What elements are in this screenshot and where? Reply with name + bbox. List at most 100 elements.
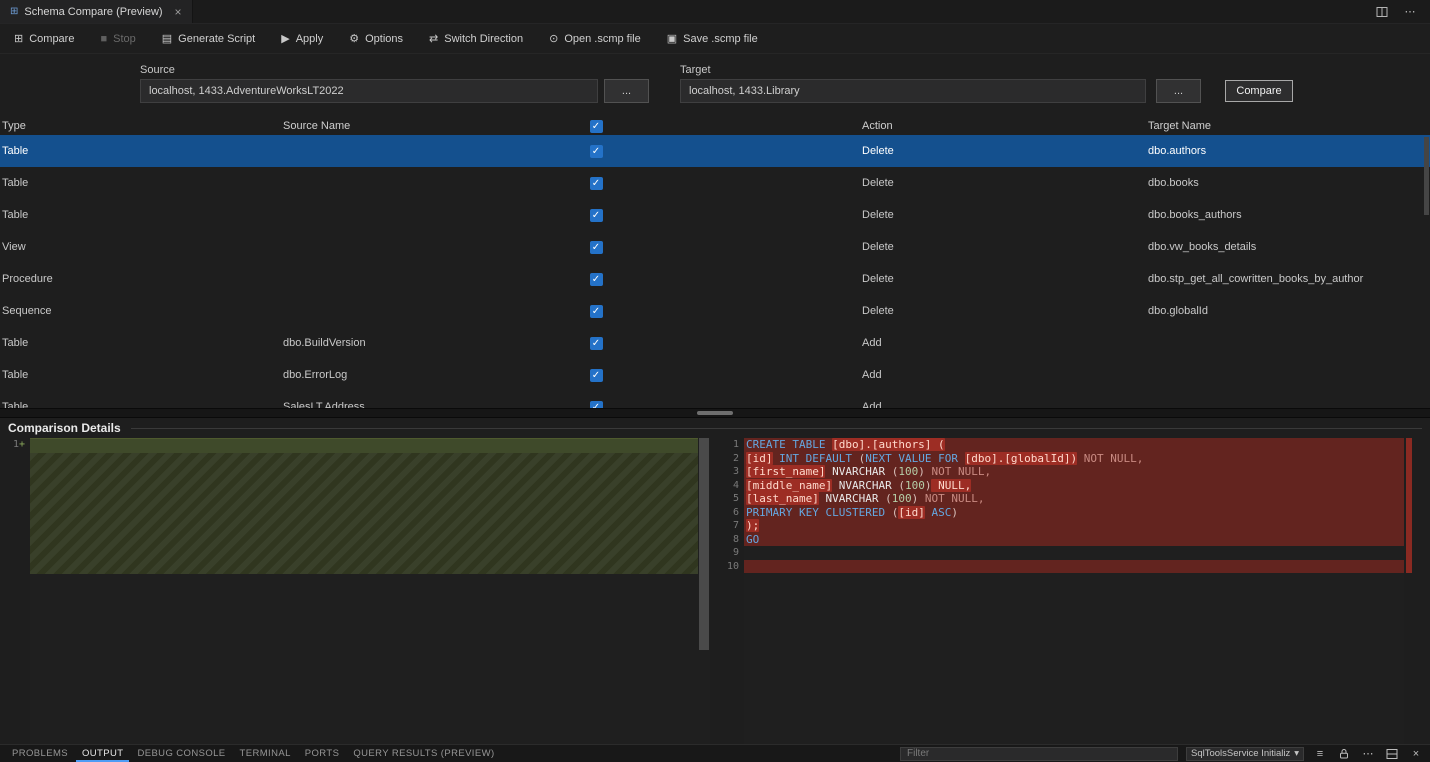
- close-panel-icon[interactable]: ×: [1408, 746, 1424, 762]
- diff-added-line: [30, 439, 698, 453]
- row-action: Delete: [862, 145, 1148, 157]
- toolbar-button-open-scmp-file[interactable]: ⊙Open .scmp file: [543, 29, 647, 48]
- diff-left-scrollbar[interactable]: [698, 438, 710, 744]
- code-line: [id] INT DEFAULT (NEXT VALUE FOR [dbo].[…: [744, 452, 1404, 466]
- panel-tab-debug-console[interactable]: DEBUG CONSOLE: [131, 745, 231, 762]
- line-number: 1+: [0, 438, 30, 452]
- panel-tab-query-results-preview-[interactable]: QUERY RESULTS (PREVIEW): [347, 745, 500, 762]
- diff-left-pane[interactable]: [30, 438, 698, 744]
- tab-title: Schema Compare (Preview): [24, 6, 162, 18]
- toolbar-button-label: Stop: [113, 33, 136, 45]
- output-filter-input[interactable]: [900, 747, 1178, 761]
- open-file-icon: ⊙: [549, 32, 558, 45]
- lock-scroll-icon[interactable]: [1336, 746, 1352, 762]
- code-line: [first_name] NVARCHAR (100) NOT NULL,: [744, 465, 1404, 479]
- panel-splitter[interactable]: [0, 408, 1430, 418]
- diff-right-margin: [1414, 438, 1430, 744]
- compare-icon: ⊞: [14, 32, 23, 45]
- diff-editor: 1+ 12345678910 CREATE TABLE [dbo].[autho…: [0, 438, 1430, 744]
- target-browse-button[interactable]: ...: [1156, 79, 1201, 103]
- row-action: Delete: [862, 305, 1148, 317]
- split-panel-icon[interactable]: [1384, 746, 1400, 762]
- row-target-name: dbo.books: [1148, 177, 1430, 189]
- row-action: Delete: [862, 177, 1148, 189]
- row-include-checkbox[interactable]: ✓: [590, 401, 603, 409]
- line-number: 5: [710, 492, 744, 506]
- line-number: 10: [710, 560, 744, 574]
- toolbar-button-label: Generate Script: [178, 33, 255, 45]
- splitter-grip[interactable]: [697, 411, 733, 415]
- tab-schema-compare[interactable]: ⊞ Schema Compare (Preview) ×: [0, 0, 193, 23]
- row-type: Procedure: [2, 273, 283, 285]
- table-row[interactable]: Table✓Deletedbo.books_authors: [0, 199, 1430, 231]
- output-channel-select[interactable]: SqlToolsService Initializ ▾: [1186, 747, 1304, 761]
- row-include-checkbox[interactable]: ✓: [590, 177, 603, 190]
- row-include-checkbox[interactable]: ✓: [590, 337, 603, 350]
- diff-left-gutter: 1+: [0, 438, 30, 744]
- line-number: 8: [710, 533, 744, 547]
- table-row[interactable]: Tabledbo.ErrorLog✓Add: [0, 359, 1430, 391]
- toolbar-button-label: Compare: [29, 33, 74, 45]
- target-input[interactable]: [680, 79, 1146, 103]
- row-include-checkbox[interactable]: ✓: [590, 273, 603, 286]
- column-header-source-name: Source Name: [283, 120, 581, 132]
- code-line: [744, 546, 1404, 560]
- header-checkbox[interactable]: ✓: [590, 120, 603, 133]
- source-input[interactable]: [140, 79, 598, 103]
- toolbar-button-compare[interactable]: ⊞ Compare: [8, 29, 80, 48]
- output-channel-value: SqlToolsService Initializ: [1191, 748, 1290, 759]
- toolbar-button-generate-script[interactable]: ▤ Generate Script: [156, 29, 261, 48]
- row-action: Delete: [862, 209, 1148, 221]
- row-include-checkbox[interactable]: ✓: [590, 241, 603, 254]
- line-number: 2: [710, 452, 744, 466]
- output-view-icon[interactable]: ≡: [1312, 746, 1328, 762]
- row-type: Table: [2, 209, 283, 221]
- generate-script-icon: ▤: [162, 32, 172, 45]
- comparison-grid: Table✓Deletedbo.authorsTable✓Deletedbo.b…: [0, 135, 1430, 408]
- toolbar-button-apply[interactable]: ▶Apply: [275, 29, 329, 48]
- compare-button[interactable]: Compare: [1225, 80, 1293, 102]
- row-include-checkbox[interactable]: ✓: [590, 145, 603, 158]
- editor-tab-bar: ⊞ Schema Compare (Preview) × ⋯: [0, 0, 1430, 24]
- line-number: 9: [710, 546, 744, 560]
- editor-more-actions-icon[interactable]: ⋯: [1402, 4, 1418, 20]
- column-header-target-name: Target Name: [1148, 120, 1430, 132]
- schema-compare-tab-icon: ⊞: [10, 6, 18, 17]
- row-type: Table: [2, 401, 283, 408]
- table-row[interactable]: TableSalesLT.Address✓Add: [0, 391, 1430, 408]
- toolbar-button-save-scmp-file[interactable]: ▣Save .scmp file: [661, 29, 764, 48]
- toolbar-button-switch-direction[interactable]: ⇄Switch Direction: [423, 29, 529, 48]
- more-actions-icon[interactable]: ⋯: [1360, 746, 1376, 762]
- table-row[interactable]: View✓Deletedbo.vw_books_details: [0, 231, 1430, 263]
- grid-header: Type Source Name ✓ Action Target Name: [0, 117, 1430, 135]
- tab-close-icon[interactable]: ×: [175, 5, 182, 19]
- toolbar-button-stop: ■Stop: [94, 30, 141, 48]
- split-editor-icon[interactable]: [1374, 4, 1390, 20]
- row-include-checkbox[interactable]: ✓: [590, 369, 603, 382]
- diff-right-gutter: 12345678910: [710, 438, 744, 744]
- table-row[interactable]: Table✓Deletedbo.books: [0, 167, 1430, 199]
- row-include-checkbox[interactable]: ✓: [590, 305, 603, 318]
- panel-tab-problems[interactable]: PROBLEMS: [6, 745, 74, 762]
- table-row[interactable]: Procedure✓Deletedbo.stp_get_all_cowritte…: [0, 263, 1430, 295]
- grid-vertical-scrollbar[interactable]: [1424, 137, 1429, 406]
- panel-tab-terminal[interactable]: TERMINAL: [234, 745, 297, 762]
- row-type: Table: [2, 369, 283, 381]
- toolbar-button-options[interactable]: ⚙Options: [343, 29, 409, 48]
- panel-tab-output[interactable]: OUTPUT: [76, 745, 129, 762]
- row-target-name: dbo.vw_books_details: [1148, 241, 1430, 253]
- grid-rows: Table✓Deletedbo.authorsTable✓Deletedbo.b…: [0, 135, 1430, 408]
- panel-tab-ports[interactable]: PORTS: [299, 745, 346, 762]
- table-row[interactable]: Sequence✓Deletedbo.globalId: [0, 295, 1430, 327]
- source-browse-button[interactable]: ...: [604, 79, 649, 103]
- options-gear-icon: ⚙: [349, 32, 359, 45]
- toolbar-items: ⊞ Compare ■Stop ▤ Generate Script ▶Apply ⚙Opti…: [8, 29, 764, 48]
- table-row[interactable]: Table✓Deletedbo.authors: [0, 135, 1430, 167]
- connection-section: Source ... Target ... Compare: [0, 54, 1430, 117]
- diff-right-pane[interactable]: CREATE TABLE [dbo].[authors] ([id] INT D…: [744, 438, 1404, 744]
- table-row[interactable]: Tabledbo.BuildVersion✓Add: [0, 327, 1430, 359]
- column-header-action: Action: [862, 120, 1148, 132]
- apply-icon: ▶: [281, 32, 289, 45]
- row-include-checkbox[interactable]: ✓: [590, 209, 603, 222]
- row-type: View: [2, 241, 283, 253]
